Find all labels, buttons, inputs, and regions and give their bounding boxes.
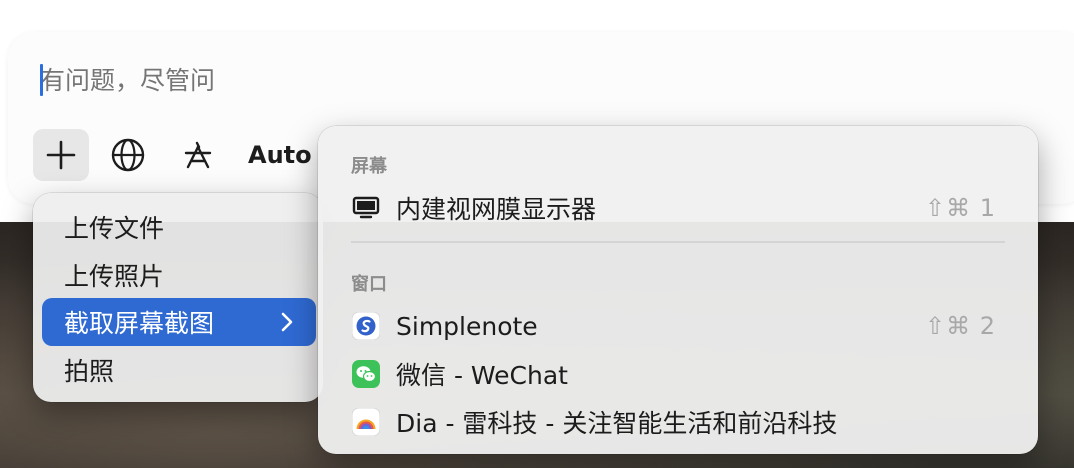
window-item-label: Dia - 雷科技 - 关注智能生活和前沿科技 bbox=[396, 409, 838, 438]
window-item-wechat[interactable]: 微信 - WeChat bbox=[330, 351, 1026, 397]
model-mode-label: Auto bbox=[248, 141, 312, 169]
menu-item-label: 上传照片 bbox=[64, 262, 165, 291]
dia-app-icon bbox=[351, 407, 381, 437]
translate-icon bbox=[184, 141, 212, 169]
keyboard-shortcut: ⇧⌘ 2 bbox=[924, 312, 996, 340]
menu-item-take-photo[interactable]: 拍照 bbox=[42, 346, 316, 394]
menu-item-upload-photo[interactable]: 上传照片 bbox=[42, 251, 316, 299]
screenshot-submenu: 屏幕 内建视网膜显示器 ⇧⌘ 1 窗口 Simplenote ⇧⌘ 2 微信 -… bbox=[318, 126, 1038, 454]
section-header-window: 窗口 bbox=[351, 274, 387, 295]
menu-item-upload-file[interactable]: 上传文件 bbox=[42, 203, 316, 251]
menu-item-take-screenshot[interactable]: 截取屏幕截图 bbox=[42, 298, 316, 346]
window-item-simplenote[interactable]: Simplenote ⇧⌘ 2 bbox=[330, 303, 1026, 349]
plus-icon bbox=[46, 140, 76, 170]
simplenote-app-icon bbox=[351, 311, 381, 341]
web-search-button[interactable] bbox=[104, 129, 152, 181]
window-item-label: Simplenote bbox=[396, 311, 538, 341]
attachment-menu: 上传文件 上传照片 截取屏幕截图 拍照 bbox=[33, 193, 323, 402]
chevron-right-icon bbox=[281, 312, 293, 332]
display-icon bbox=[351, 193, 381, 223]
text-caret bbox=[40, 64, 43, 96]
keyboard-shortcut: ⇧⌘ 1 bbox=[924, 194, 996, 222]
window-item-dia[interactable]: Dia - 雷科技 - 关注智能生活和前沿科技 bbox=[330, 399, 1026, 445]
screen-item-builtin-display[interactable]: 内建视网膜显示器 ⇧⌘ 1 bbox=[330, 185, 1026, 231]
wechat-app-icon bbox=[351, 359, 381, 389]
menu-item-label: 截取屏幕截图 bbox=[64, 309, 215, 338]
window-item-label: 微信 - WeChat bbox=[396, 361, 568, 390]
translate-button[interactable] bbox=[174, 129, 222, 181]
menu-separator bbox=[351, 241, 1005, 243]
section-header-screen: 屏幕 bbox=[351, 156, 387, 177]
model-mode-button[interactable]: Auto bbox=[240, 129, 316, 181]
globe-icon bbox=[111, 138, 145, 172]
prompt-input[interactable] bbox=[40, 58, 640, 102]
screen-item-label: 内建视网膜显示器 bbox=[396, 195, 597, 224]
add-attachment-button[interactable] bbox=[33, 129, 89, 181]
menu-item-label: 拍照 bbox=[64, 357, 115, 386]
menu-item-label: 上传文件 bbox=[64, 214, 165, 243]
